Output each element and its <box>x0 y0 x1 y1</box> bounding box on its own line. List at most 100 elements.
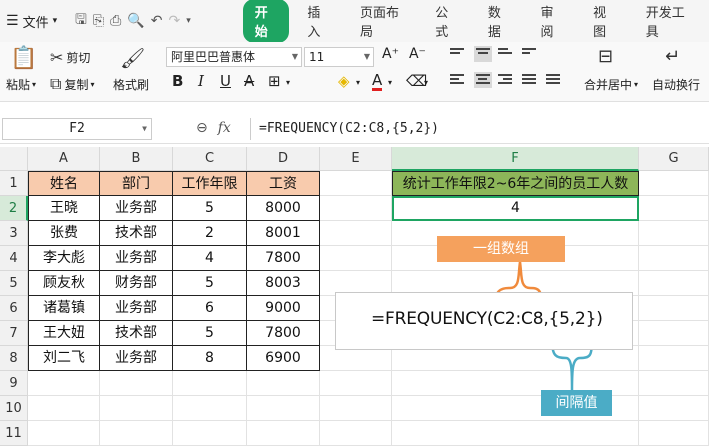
column-header-d[interactable]: D <box>247 147 320 171</box>
column-header-g[interactable]: G <box>639 147 709 171</box>
format-painter-button[interactable]: 🖌 <box>120 46 145 70</box>
column-header-e[interactable]: E <box>320 147 392 171</box>
export-icon[interactable]: ⎘ <box>93 13 104 29</box>
column-header-a[interactable]: A <box>28 147 100 171</box>
cell-g2[interactable] <box>639 196 709 221</box>
row-header-11[interactable]: 11 <box>0 421 28 446</box>
cell-e4[interactable] <box>320 246 392 271</box>
column-header-b[interactable]: B <box>100 147 173 171</box>
cell-a10[interactable] <box>28 396 100 421</box>
cell-e9[interactable] <box>320 371 392 396</box>
cell-e10[interactable] <box>320 396 392 421</box>
align-left-icon[interactable] <box>450 72 468 88</box>
cell-g1[interactable] <box>639 171 709 196</box>
cell-c4[interactable]: 4 <box>173 246 247 271</box>
cell-d5[interactable]: 8003 <box>247 271 320 296</box>
cell-a3[interactable]: 张费 <box>28 221 100 246</box>
cell-d11[interactable] <box>247 421 320 446</box>
merge-center-button[interactable]: ⊟ <box>598 46 613 67</box>
formula-input[interactable]: =FREQUENCY(C2:C8,{5,2}) <box>250 118 705 140</box>
cell-g6[interactable] <box>639 296 709 321</box>
align-bottom-icon[interactable] <box>498 46 516 62</box>
cell-g9[interactable] <box>639 371 709 396</box>
align-top-icon[interactable] <box>450 46 468 62</box>
tab-view[interactable]: 视图 <box>581 0 628 42</box>
cell-a2[interactable]: 王晓 <box>28 196 100 221</box>
align-right-icon[interactable] <box>498 72 516 88</box>
tab-review[interactable]: 审阅 <box>529 0 576 42</box>
row-header-5[interactable]: 5 <box>0 271 28 296</box>
cell-c11[interactable] <box>173 421 247 446</box>
cell-g10[interactable] <box>639 396 709 421</box>
cell-d8[interactable]: 6900 <box>247 346 320 371</box>
cell-b1[interactable]: 部门 <box>100 171 173 196</box>
fx-icon[interactable]: fx <box>218 120 231 136</box>
cell-g5[interactable] <box>639 271 709 296</box>
chevron-down-icon[interactable]: ▾ <box>286 78 290 87</box>
select-all-corner[interactable] <box>0 147 28 171</box>
tab-home[interactable]: 开始 <box>242 0 290 43</box>
cell-c8[interactable]: 8 <box>173 346 247 371</box>
file-menu[interactable]: ☰ 文件 ▾ <box>0 12 75 31</box>
cell-b11[interactable] <box>100 421 173 446</box>
cell-d4[interactable]: 7800 <box>247 246 320 271</box>
cell-a11[interactable] <box>28 421 100 446</box>
cell-b3[interactable]: 技术部 <box>100 221 173 246</box>
cell-d10[interactable] <box>247 396 320 421</box>
cell-a9[interactable] <box>28 371 100 396</box>
align-middle-icon[interactable] <box>474 46 492 62</box>
copy-button[interactable]: ⧉ 复制 ▾ <box>50 74 94 94</box>
align-center-icon[interactable] <box>474 72 492 88</box>
redo-icon[interactable]: ↷ <box>169 13 181 29</box>
cut-button[interactable]: ✂ 剪切 <box>50 48 90 67</box>
italic-icon[interactable]: I <box>198 72 204 90</box>
cell-d1[interactable]: 工资 <box>247 171 320 196</box>
cell-e2[interactable] <box>320 196 392 221</box>
cell-b5[interactable]: 财务部 <box>100 271 173 296</box>
tab-data[interactable]: 数据 <box>476 0 523 42</box>
cell-d3[interactable]: 8001 <box>247 221 320 246</box>
cell-g11[interactable] <box>639 421 709 446</box>
undo-icon[interactable]: ↶ <box>151 13 163 29</box>
cell-b7[interactable]: 技术部 <box>100 321 173 346</box>
cell-e1[interactable] <box>320 171 392 196</box>
strikethrough-icon[interactable]: A <box>244 72 254 90</box>
tab-page-layout[interactable]: 页面布局 <box>348 0 417 42</box>
cell-a1[interactable]: 姓名 <box>28 171 100 196</box>
zoom-icon[interactable]: ⊖ <box>196 120 208 136</box>
row-header-4[interactable]: 4 <box>0 246 28 271</box>
cell-g4[interactable] <box>639 246 709 271</box>
cell-b2[interactable]: 业务部 <box>100 196 173 221</box>
fill-color-icon[interactable]: ◈ <box>338 72 350 90</box>
cell-g8[interactable] <box>639 346 709 371</box>
chevron-down-icon[interactable]: ▾ <box>388 78 392 87</box>
cell-d2[interactable]: 8000 <box>247 196 320 221</box>
cell-e11[interactable] <box>320 421 392 446</box>
row-header-6[interactable]: 6 <box>0 296 28 321</box>
row-header-3[interactable]: 3 <box>0 221 28 246</box>
distributed-icon[interactable] <box>546 72 564 88</box>
bold-icon[interactable]: B <box>172 72 183 90</box>
cell-g3[interactable] <box>639 221 709 246</box>
cell-f1[interactable]: 统计工作年限2~6年之间的员工人数 <box>392 171 639 196</box>
cell-a4[interactable]: 李大彪 <box>28 246 100 271</box>
wrap-text-button[interactable]: ↵ <box>665 46 680 67</box>
cell-b9[interactable] <box>100 371 173 396</box>
underline-icon[interactable]: U <box>220 72 231 90</box>
justify-icon[interactable] <box>522 72 540 88</box>
orientation-icon[interactable] <box>522 46 540 62</box>
more-icon[interactable]: ▾ <box>186 16 191 26</box>
cell-a5[interactable]: 顾友秋 <box>28 271 100 296</box>
decrease-font-icon[interactable]: A⁻ <box>409 46 426 62</box>
chevron-down-icon[interactable]: ▾ <box>356 78 360 87</box>
increase-font-icon[interactable]: A⁺ <box>382 46 399 62</box>
cell-g7[interactable] <box>639 321 709 346</box>
cell-c2[interactable]: 5 <box>173 196 247 221</box>
row-header-9[interactable]: 9 <box>0 371 28 396</box>
cell-c7[interactable]: 5 <box>173 321 247 346</box>
font-color-icon[interactable]: A <box>372 72 383 91</box>
row-header-10[interactable]: 10 <box>0 396 28 421</box>
cell-c9[interactable] <box>173 371 247 396</box>
cell-c3[interactable]: 2 <box>173 221 247 246</box>
cell-c1[interactable]: 工作年限 <box>173 171 247 196</box>
